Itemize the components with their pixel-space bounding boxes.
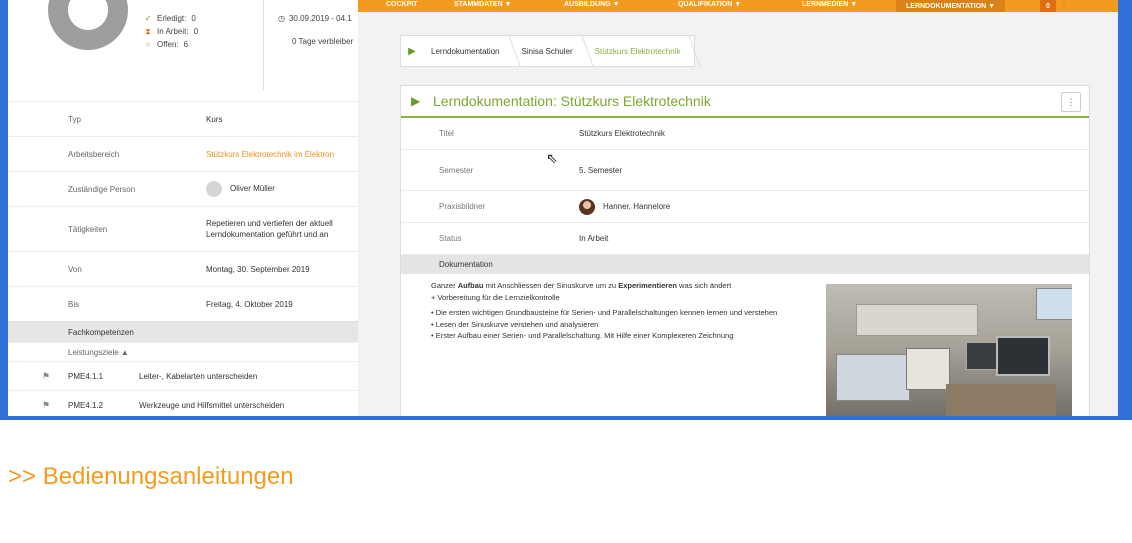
- more-menu-button[interactable]: ⋮: [1061, 92, 1081, 112]
- nav-cockpit[interactable]: COCKPIT: [386, 1, 418, 8]
- document-icon: ▶: [408, 45, 416, 57]
- status-legend: ✓ Erledigt: 0 ⧗ In Arbeit: 0 ○ Offen: 6: [144, 14, 199, 49]
- detail-row: Tätigkeiten Repetieren und vertiefen der …: [8, 206, 358, 251]
- avatar: [206, 181, 222, 197]
- manuals-link[interactable]: >> Bedienungsanleitungen: [8, 463, 294, 491]
- clock-icon: ◷: [278, 14, 285, 23]
- arbeitsbereich-link[interactable]: Stützkurs Elektrotechnik im Elektron: [206, 150, 334, 159]
- breadcrumb-item-current: Stützkurs Elektrotechnik: [587, 36, 695, 66]
- flag-icon: ⚑: [42, 370, 51, 381]
- circle-icon: ○: [145, 40, 151, 49]
- days-left: 0 Tage verbleiber: [292, 37, 354, 46]
- field-row: Semester 5. Semester: [401, 150, 1089, 191]
- nav-stammdaten[interactable]: STAMMDATEN ▼: [454, 1, 512, 8]
- screenshot-frame: ✓ Erledigt: 0 ⧗ In Arbeit: 0 ○ Offen: 6 ◷ 30.09…: [0, 0, 1132, 420]
- border-bottom: [0, 416, 1132, 420]
- flag-icon: ⚑: [42, 399, 51, 410]
- doc-body: Ganzer Aufbau mit Anschliessen der Sinus…: [401, 274, 1089, 420]
- progress-donut: [48, 0, 128, 50]
- detail-table: Typ Kurs Arbeitsbereich Stützkurs Elektrot…: [8, 101, 358, 419]
- field-row: Praxisbildner Hanner, Hannelore: [401, 191, 1089, 223]
- detail-row: Zuständige Person Oliver Müller: [8, 171, 358, 206]
- top-navigation: COCKPIT STAMMDATEN ▼ AUSBILDUNG ▼ QUALIF…: [358, 0, 1118, 12]
- star-icon[interactable]: ★: [1060, 0, 1068, 11]
- avatar: [579, 198, 595, 215]
- lerndokumentation-modal: COCKPIT STAMMDATEN ▼ AUSBILDUNG ▼ QUALIF…: [358, 0, 1118, 420]
- breadcrumb-item[interactable]: Sinisa Schuler: [514, 36, 587, 66]
- section-header: Fachkompetenzen: [8, 321, 358, 342]
- breadcrumb: ▶ Lerndokumentation Sinisa Schuler Stütz…: [400, 35, 696, 67]
- document-icon: ▶: [411, 94, 421, 108]
- detail-row: Typ Kurs: [8, 101, 358, 136]
- field-row: Status In Arbeit: [401, 223, 1089, 255]
- mouse-cursor-icon: ⇖: [546, 150, 558, 166]
- hourglass-icon: ⧗: [145, 27, 151, 36]
- border-left: [0, 0, 8, 420]
- nav-qualifikation[interactable]: QUALIFIKATION ▼: [678, 1, 741, 8]
- doc-card: ▶ Lerndokumentation: Stützkurs Elektrote…: [400, 85, 1090, 420]
- lab-photo: [826, 284, 1072, 420]
- nav-ausbildung[interactable]: AUSBILDUNG ▼: [564, 1, 620, 8]
- field-row: Titel Stützkurs Elektrotechnik: [401, 118, 1089, 150]
- nav-lerndokumentation[interactable]: LERNDOKUMENTATION ▼: [896, 0, 1006, 12]
- doc-text: Ganzer Aufbau mit Anschliessen der Sinus…: [431, 281, 778, 340]
- check-icon: ✓: [144, 14, 152, 23]
- nav-lernmedien[interactable]: LERNMEDIEN ▼: [802, 1, 857, 8]
- detail-row: Bis Freitag, 4. Oktober 2019: [8, 286, 358, 321]
- detail-row: Von Montag, 30. September 2019: [8, 251, 358, 286]
- card-header: ▶ Lerndokumentation: Stützkurs Elektrote…: [401, 86, 1089, 118]
- card-title: Lerndokumentation: Stützkurs Elektrotech…: [433, 93, 711, 109]
- detail-row: Arbeitsbereich Stützkurs Elektrotechnik i…: [8, 136, 358, 171]
- doc-section-header: Dokumentation: [401, 255, 1089, 274]
- border-right: [1118, 0, 1132, 420]
- background-app: ✓ Erledigt: 0 ⧗ In Arbeit: 0 ○ Offen: 6 ◷ 30.09…: [8, 0, 358, 416]
- notification-badge[interactable]: 0: [1040, 0, 1056, 12]
- list-item[interactable]: ⚑ PME4.1.2 Werkzeuge und Hilfsmittel unter…: [8, 390, 358, 419]
- divider: [263, 0, 264, 90]
- list-item[interactable]: ⚑ PME4.1.1 Leiter-, Kabelarten unterscheid…: [8, 361, 358, 390]
- breadcrumb-item[interactable]: Lerndokumentation: [423, 36, 514, 66]
- sortable-subheader[interactable]: Leistungsziele ▲: [8, 342, 358, 361]
- date-range-box: ◷ 30.09.2019 - 04.1 0 Tage verbleiber: [278, 12, 368, 48]
